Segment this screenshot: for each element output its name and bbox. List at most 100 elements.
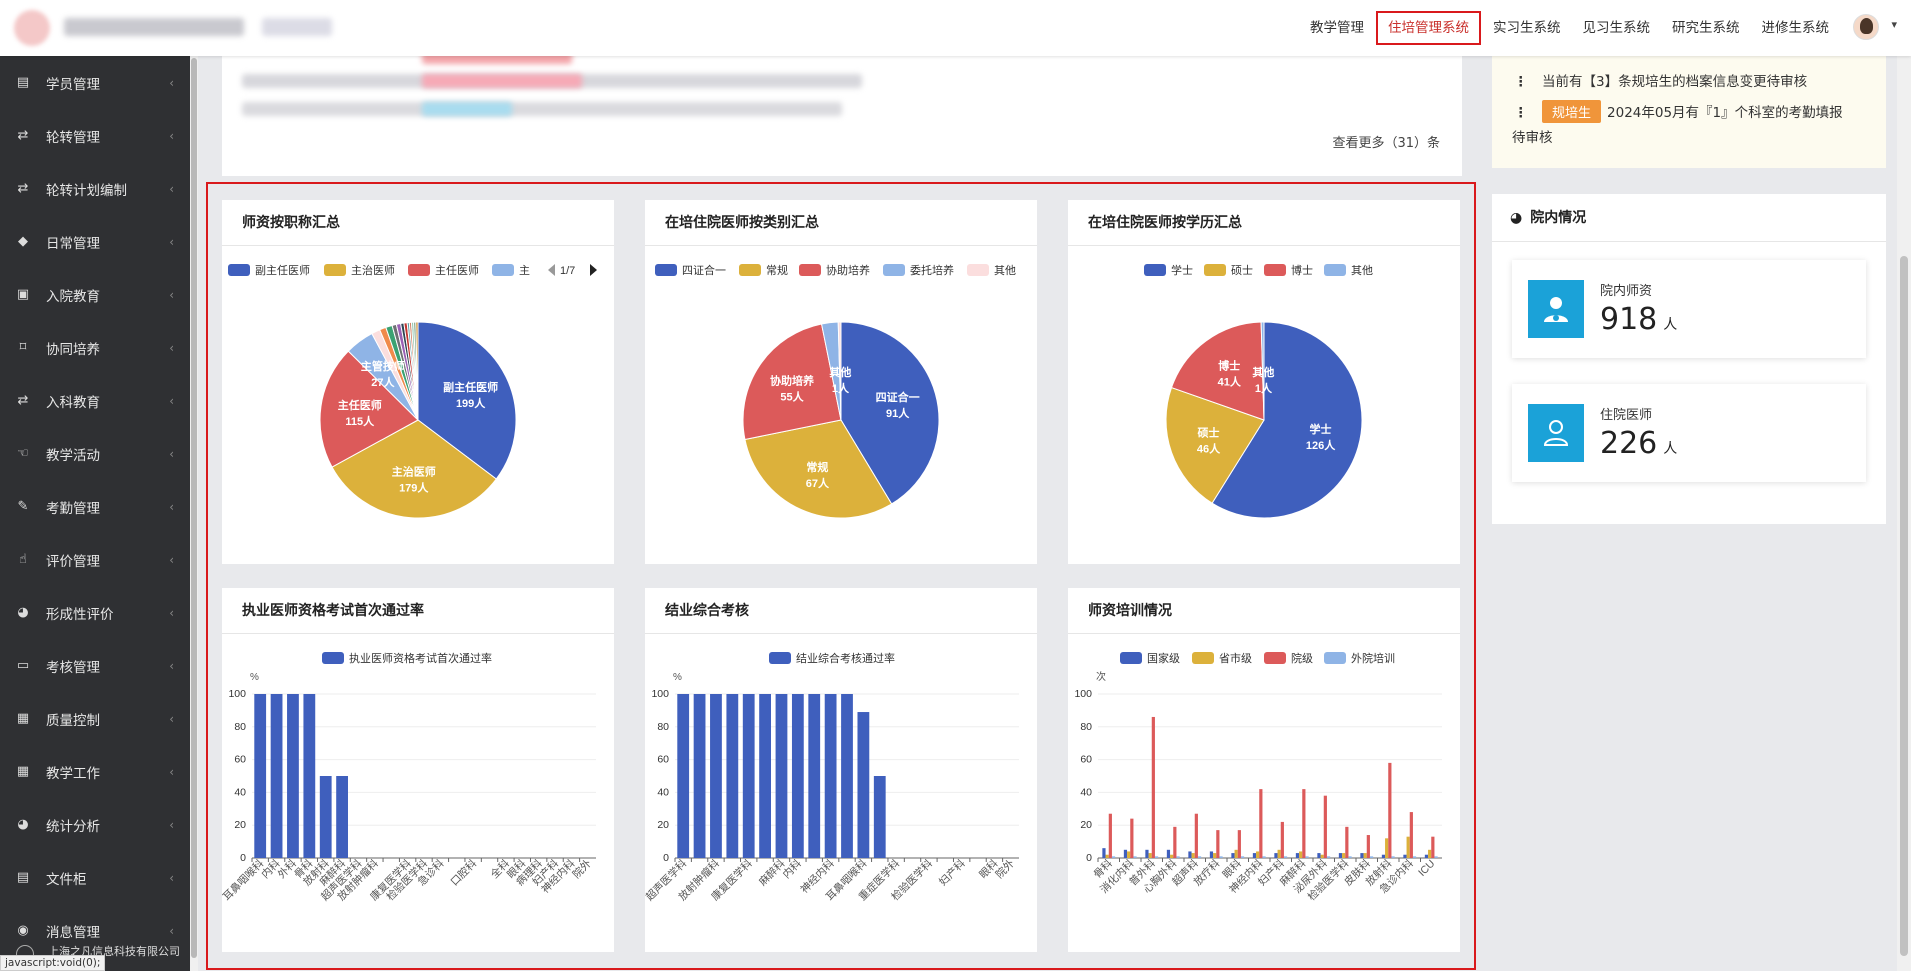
bar[interactable]: [775, 694, 788, 858]
bar[interactable]: [1424, 854, 1429, 858]
legend-label[interactable]: 执业医师资格考试首次通过率: [349, 651, 492, 665]
sidebar-item[interactable]: ☜ 教学活动 ‹: [0, 427, 190, 480]
bar[interactable]: [1391, 856, 1395, 858]
bar[interactable]: [1145, 849, 1149, 858]
legend-label[interactable]: 省市级: [1219, 651, 1252, 665]
topnav-item[interactable]: 住培管理系统: [1376, 11, 1481, 45]
bar[interactable]: [1345, 826, 1349, 858]
legend-label[interactable]: 委托培养: [910, 263, 954, 277]
legend-swatch[interactable]: [324, 264, 346, 276]
bar[interactable]: [1108, 813, 1112, 858]
todo-item[interactable]: ⋮ 当前有【3】条规培生的档案信息变更待审核: [1514, 70, 1807, 90]
bar[interactable]: [1170, 854, 1174, 858]
bar[interactable]: [1209, 851, 1214, 858]
bar[interactable]: [336, 776, 348, 858]
bar[interactable]: [1231, 853, 1235, 858]
topnav-item[interactable]: 进修生系统: [1752, 11, 1840, 45]
legend-label[interactable]: 主治医师: [351, 263, 395, 277]
legend-swatch[interactable]: [1120, 652, 1142, 664]
legend-label[interactable]: 博士: [1291, 264, 1313, 277]
legend-prev-icon[interactable]: [548, 264, 555, 276]
bar[interactable]: [1283, 856, 1288, 858]
legend-swatch[interactable]: [1192, 652, 1214, 664]
bar[interactable]: [1412, 856, 1417, 858]
legend-swatch[interactable]: [492, 264, 514, 276]
bar[interactable]: [1176, 856, 1180, 858]
legend-label[interactable]: 主: [519, 264, 530, 277]
legend-label[interactable]: 其他: [1351, 264, 1373, 277]
bar[interactable]: [1369, 856, 1374, 858]
legend-swatch[interactable]: [1324, 264, 1346, 276]
sidebar-item[interactable]: ⇄ 轮转计划编制 ‹: [0, 162, 190, 215]
bar[interactable]: [303, 694, 316, 858]
bar[interactable]: [1381, 854, 1386, 858]
legend-swatch[interactable]: [883, 264, 905, 276]
bar[interactable]: [1194, 813, 1198, 858]
sidebar-item[interactable]: ▦ 教学工作 ‹: [0, 745, 190, 798]
legend-swatch[interactable]: [322, 652, 344, 664]
bar[interactable]: [1280, 821, 1284, 858]
legend-label[interactable]: 外院培训: [1351, 651, 1395, 665]
bar[interactable]: [287, 694, 299, 858]
bar[interactable]: [824, 694, 837, 858]
legend-swatch[interactable]: [739, 264, 761, 276]
sidebar-item[interactable]: ⇄ 入科教育 ‹: [0, 374, 190, 427]
legend-swatch[interactable]: [1204, 264, 1226, 276]
bar[interactable]: [1320, 854, 1324, 858]
sidebar-item[interactable]: ◕ 统计分析 ‹: [0, 798, 190, 851]
bar[interactable]: [726, 694, 739, 858]
bar[interactable]: [841, 694, 853, 858]
bar[interactable]: [1191, 853, 1195, 858]
bar[interactable]: [1348, 856, 1352, 858]
legend-swatch[interactable]: [799, 264, 821, 276]
bar[interactable]: [1366, 835, 1370, 858]
legend-swatch[interactable]: [1264, 652, 1286, 664]
stat-residents[interactable]: 住院医师 226 人: [1512, 384, 1866, 482]
page-scrollbar[interactable]: [1897, 56, 1911, 971]
legend-label[interactable]: 其他: [994, 264, 1016, 277]
bar[interactable]: [1406, 836, 1410, 858]
bar[interactable]: [1431, 836, 1435, 858]
bar[interactable]: [1188, 851, 1192, 858]
bar[interactable]: [710, 694, 722, 858]
bar[interactable]: [693, 694, 706, 858]
legend-swatch[interactable]: [769, 652, 791, 664]
legend-swatch[interactable]: [1324, 652, 1346, 664]
legend-label[interactable]: 协助培养: [826, 263, 870, 277]
bar[interactable]: [873, 776, 886, 858]
legend-swatch[interactable]: [1264, 264, 1286, 276]
bar[interactable]: [742, 694, 755, 858]
bar[interactable]: [319, 776, 332, 858]
bar[interactable]: [1388, 762, 1392, 858]
bar[interactable]: [1302, 789, 1306, 858]
todo-item[interactable]: ⋮ 规培生 2024年05月有『1』个科室的考勤填报: [1514, 100, 1843, 123]
sidebar-item[interactable]: ⌑ 协同培养 ‹: [0, 321, 190, 374]
sidebar-item[interactable]: ⇄ 轮转管理 ‹: [0, 109, 190, 162]
bar[interactable]: [1219, 856, 1223, 858]
bar[interactable]: [1234, 849, 1238, 858]
bar[interactable]: [1262, 856, 1266, 858]
legend-label[interactable]: 四证合一: [682, 263, 726, 277]
legend-label[interactable]: 结业综合考核通过率: [796, 651, 895, 665]
bar[interactable]: [1299, 851, 1303, 858]
sidebar-item[interactable]: ▭ 考核管理 ‹: [0, 639, 190, 692]
sidebar-scrollbar[interactable]: [190, 56, 198, 971]
legend-next-icon[interactable]: [590, 264, 597, 276]
legend-swatch[interactable]: [1144, 264, 1166, 276]
bar[interactable]: [1409, 812, 1413, 858]
legend-label[interactable]: 国家级: [1147, 651, 1180, 665]
bar[interactable]: [1403, 854, 1407, 858]
legend-swatch[interactable]: [228, 264, 250, 276]
stat-teachers[interactable]: 院内师资 918 人: [1512, 260, 1866, 358]
bar[interactable]: [1363, 853, 1367, 858]
view-more-link[interactable]: 查看更多（31）条: [1332, 132, 1440, 151]
bar[interactable]: [1342, 853, 1346, 858]
bar[interactable]: [1127, 851, 1131, 858]
sidebar-item[interactable]: ▣ 入院教育 ‹: [0, 268, 190, 321]
bar[interactable]: [1428, 849, 1432, 858]
bar[interactable]: [1338, 853, 1343, 858]
bar[interactable]: [1360, 853, 1364, 858]
sidebar-item[interactable]: ▤ 文件柜 ‹: [0, 851, 190, 904]
sidebar-item[interactable]: ☝ 评价管理 ‹: [0, 533, 190, 586]
legend-label[interactable]: 硕士: [1231, 264, 1253, 277]
